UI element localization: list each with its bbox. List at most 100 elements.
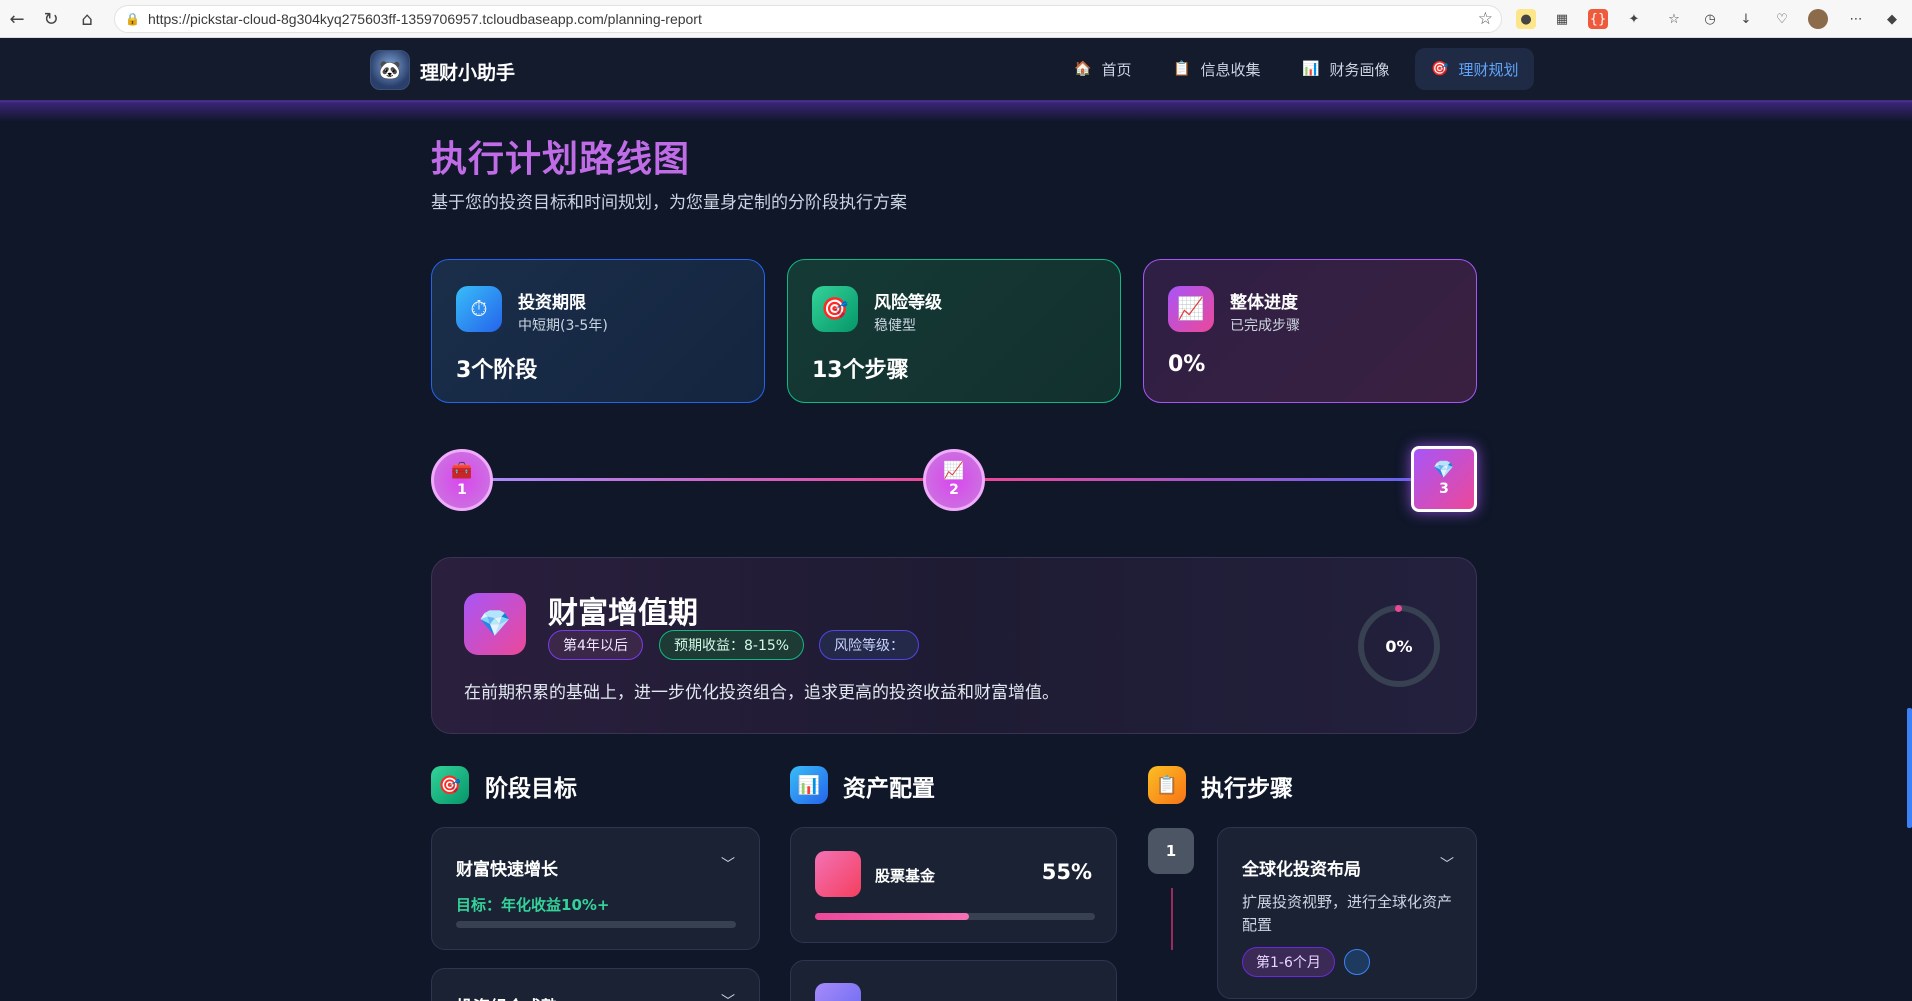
summary-sub: 已完成步骤 [1230, 318, 1300, 334]
target-icon: 🎯 [431, 766, 469, 804]
step-status-dot[interactable] [1344, 949, 1370, 975]
history-icon[interactable]: ◷ [1700, 9, 1720, 29]
summary-sub: 稳健型 [874, 318, 916, 334]
step-number: 1 [1165, 842, 1177, 860]
summary-card-risk: 🎯 风险等级 稳健型 13个步骤 [787, 259, 1121, 403]
nav-label: 信息收集 [1200, 60, 1261, 79]
trend-chart-icon: 📈 [943, 461, 965, 481]
bookmark-star-icon[interactable]: ☆ [1478, 9, 1493, 29]
more-icon[interactable]: ⋯ [1846, 9, 1866, 29]
phase-card: 💎 财富增值期 第4年以后 预期收益：8-15% 风险等级： 在前期积累的基础上… [431, 557, 1477, 734]
extension-icon[interactable]: ● [1516, 9, 1536, 29]
chevron-down-icon[interactable]: ﹀ [721, 991, 735, 1001]
home-icon: 🏠 [1074, 61, 1092, 77]
summary-card-term: ⏱ 投资期限 中短期(3-5年) 3个阶段 [431, 259, 765, 403]
summary-value: 0% [1168, 352, 1206, 377]
nav-info-collection[interactable]: 📋 信息收集 [1157, 48, 1276, 90]
app-title[interactable]: 理财小助手 [420, 58, 515, 85]
nav-label: 首页 [1101, 60, 1132, 79]
asset-color-swatch [815, 983, 861, 1001]
page-title: 执行计划路线图 [431, 139, 691, 180]
goal-target: 目标：年化收益10%+ [456, 896, 610, 914]
summary-label: 风险等级 [874, 293, 942, 313]
phase-title: 财富增值期 [548, 596, 698, 631]
step-card[interactable]: 全球化投资布局 ﹀ 扩展投资视野，进行全球化资产配置 第1-6个月 [1217, 827, 1477, 999]
step-title: 全球化投资布局 [1242, 860, 1361, 880]
step-number-badge: 1 [1148, 828, 1194, 874]
chevron-down-icon[interactable]: ﹀ [721, 854, 735, 874]
address-bar[interactable]: 🔒 https://pickstar-cloud-8g304kyq275603f… [114, 5, 1502, 33]
logo-icon[interactable]: 🐼 [370, 50, 410, 90]
nav-label: 理财规划 [1458, 60, 1519, 79]
stage-node-2[interactable]: 📈 2 [923, 449, 985, 511]
clipboard-icon: 📋 [1173, 61, 1191, 77]
scrollbar-thumb[interactable] [1907, 708, 1912, 828]
extensions-grid-icon[interactable]: ▦ [1552, 9, 1572, 29]
nav-label: 财务画像 [1329, 60, 1390, 79]
nav-financial-planning[interactable]: 🎯 理财规划 [1415, 48, 1535, 90]
url-text: https://pickstar-cloud-8g304kyq275603ff-… [147, 11, 702, 27]
asset-color-swatch [815, 851, 861, 897]
gem-icon: 💎 [1433, 460, 1455, 480]
phase-progress-value: 0% [1385, 636, 1413, 656]
stage-number: 3 [1439, 481, 1449, 497]
browser-toolbar: ← ↻ ⌂ 🔒 https://pickstar-cloud-8g304kyq2… [0, 0, 1912, 38]
section-title-assets: 资产配置 [843, 776, 935, 802]
timeline-connector [983, 478, 1415, 481]
timeline-connector [490, 478, 925, 481]
stage-number: 1 [457, 482, 467, 498]
asset-name: 股票基金 [875, 867, 936, 885]
goal-title: 投资组合成熟 [456, 993, 558, 1001]
download-icon[interactable]: ↓ [1736, 9, 1756, 29]
summary-card-progress: 📈 整体进度 已完成步骤 0% [1143, 259, 1477, 403]
nav-financial-profile[interactable]: 📊 财务画像 [1286, 48, 1405, 90]
bar-chart-icon: 📊 [790, 766, 828, 804]
lock-icon: 🔒 [125, 12, 140, 26]
chevron-down-icon[interactable]: ﹀ [1440, 854, 1454, 874]
trend-chart-icon: 📈 [1168, 286, 1214, 332]
section-title-goals: 阶段目标 [485, 776, 577, 802]
favorites-icon[interactable]: ☆ [1664, 9, 1684, 29]
back-icon[interactable]: ← [0, 2, 34, 36]
summary-sub: 中短期(3-5年) [518, 318, 608, 334]
treasure-chest-icon: 🧰 [451, 461, 473, 481]
refresh-icon[interactable]: ↻ [34, 2, 68, 36]
step-connector [1171, 888, 1173, 950]
phase-risk-chip: 风险等级： [819, 630, 919, 660]
goal-card[interactable]: 财富快速增长 ﹀ 目标：年化收益10%+ [431, 827, 760, 950]
summary-label: 投资期限 [518, 293, 586, 313]
page-subtitle: 基于您的投资目标和时间规划，为您量身定制的分阶段执行方案 [431, 193, 907, 213]
target-icon: 🎯 [1431, 61, 1449, 77]
nav-home[interactable]: 🏠 首页 [1058, 48, 1147, 90]
phase-description: 在前期积累的基础上，进一步优化投资组合，追求更高的投资收益和财富增值。 [464, 683, 1059, 703]
asset-progress-fill [815, 913, 969, 920]
copilot-icon[interactable]: ◆ [1882, 9, 1902, 29]
app-header [0, 38, 1912, 102]
step-description: 扩展投资视野，进行全球化资产配置 [1242, 893, 1453, 934]
section-title-steps: 执行步骤 [1201, 776, 1293, 802]
asset-progress-track [815, 913, 1095, 920]
extension-icon[interactable]: {} [1588, 9, 1608, 29]
home-icon[interactable]: ⌂ [70, 2, 104, 36]
target-icon: 🎯 [812, 286, 858, 332]
summary-label: 整体进度 [1230, 293, 1298, 313]
asset-card [790, 960, 1117, 1001]
step-duration-chip: 第1-6个月 [1242, 947, 1335, 977]
asset-card: 股票基金 55% [790, 827, 1117, 943]
heart-icon[interactable]: ♡ [1772, 9, 1792, 29]
avatar[interactable] [1808, 9, 1828, 29]
goal-card[interactable]: 投资组合成熟 ﹀ [431, 968, 760, 1001]
summary-value: 3个阶段 [456, 358, 538, 383]
puzzle-icon[interactable]: ✦ [1624, 9, 1644, 29]
goal-title: 财富快速增长 [456, 860, 558, 880]
stopwatch-icon: ⏱ [456, 286, 502, 332]
stage-node-3[interactable]: 💎 3 [1411, 446, 1477, 512]
asset-percent: 55% [1041, 860, 1092, 884]
goal-progress-bar [456, 921, 736, 928]
progress-indicator-dot [1395, 605, 1402, 612]
phase-progress-ring: 0% [1358, 605, 1440, 687]
clipboard-icon: 📋 [1148, 766, 1186, 804]
bar-chart-icon: 📊 [1302, 61, 1320, 77]
summary-value: 13个步骤 [812, 358, 909, 383]
stage-node-1[interactable]: 🧰 1 [431, 449, 493, 511]
